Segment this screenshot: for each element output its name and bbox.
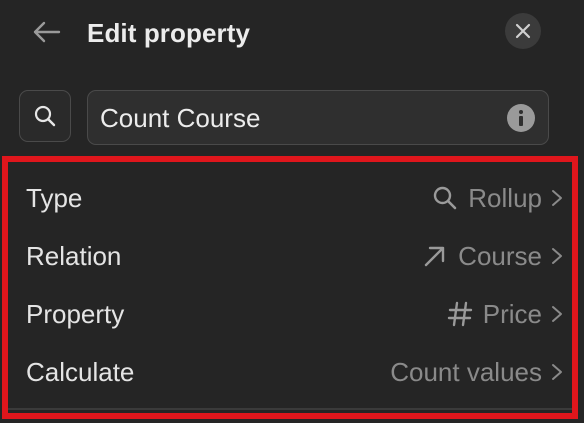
row-value-wrap: Price [447,298,542,330]
row-label: Type [26,183,83,213]
search-icon [434,186,457,210]
search-icon [34,105,56,127]
property-icon-button[interactable] [19,90,71,142]
property-settings-list: Type Rollup Relation Course Property Pri… [0,154,584,423]
info-icon[interactable] [507,104,535,132]
hash-icon [447,301,472,327]
row-type[interactable]: Type Rollup [8,170,574,226]
arrow-up-right-icon [424,246,445,267]
chevron-right-icon [552,190,562,206]
row-calculate[interactable]: Calculate Count values [8,344,574,400]
row-label: Calculate [26,357,135,387]
row-value: Course [458,241,542,271]
divider [8,408,574,410]
info-glyph [519,110,523,126]
row-value-wrap: Rollup [432,182,542,214]
row-value: Count values [390,357,542,387]
row-value: Price [482,299,542,329]
panel-header: Edit property [0,0,584,68]
chevron-right-icon [552,306,562,322]
property-name-input[interactable] [98,91,502,145]
row-label: Relation [26,241,122,271]
property-name-field[interactable] [87,90,549,145]
chevron-right-icon [552,364,562,380]
chevron-right-icon [552,248,562,264]
close-icon [515,23,531,39]
row-relation[interactable]: Relation Course [8,228,574,284]
row-value-wrap: Count values [390,356,542,388]
back-button[interactable] [28,16,64,48]
row-value: Rollup [468,183,542,213]
page-title: Edit property [87,18,251,48]
row-property[interactable]: Property Price [8,286,574,342]
row-value-wrap: Course [422,240,542,272]
close-button[interactable] [505,13,541,49]
row-label: Property [26,299,125,329]
arrow-left-icon [33,21,61,43]
